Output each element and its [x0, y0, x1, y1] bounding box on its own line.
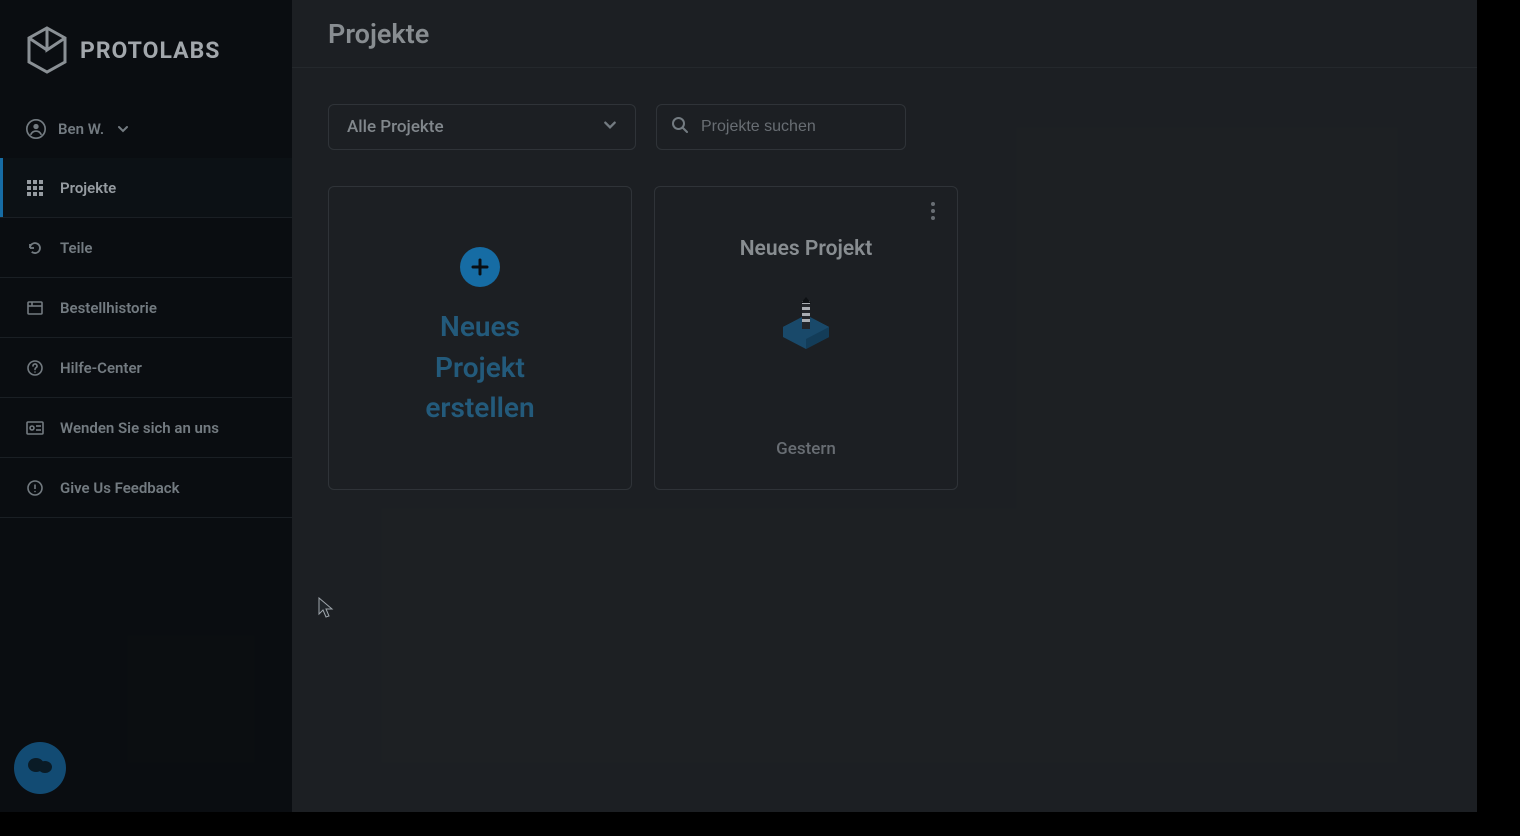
create-project-label: Neues Projekt erstellen: [405, 307, 555, 429]
sidebar-nav: Projekte Teile Bestellhistorie Hilfe-Cen…: [0, 158, 292, 518]
project-filter-dropdown[interactable]: Alle Projekte: [328, 104, 636, 150]
chevron-down-icon: [603, 117, 617, 137]
project-thumbnail: [776, 297, 836, 357]
dropdown-selected-label: Alle Projekte: [347, 117, 444, 137]
toolbar: Alle Projekte: [292, 68, 1477, 150]
plus-circle-icon: [460, 247, 500, 287]
create-project-card[interactable]: Neues Projekt erstellen: [328, 186, 632, 490]
project-timestamp: Gestern: [776, 439, 836, 459]
contact-icon: [26, 419, 44, 437]
page-header: Projekte: [292, 0, 1477, 68]
chat-icon: [27, 755, 53, 781]
page-title: Projekte: [328, 18, 429, 50]
chat-button[interactable]: [14, 742, 66, 794]
kebab-icon: [931, 202, 935, 224]
sidebar-item-label: Hilfe-Center: [60, 359, 142, 377]
sidebar-item-projekte[interactable]: Projekte: [0, 158, 292, 218]
search-icon: [671, 116, 689, 138]
sidebar-item-bestellhistorie[interactable]: Bestellhistorie: [0, 278, 292, 338]
brand-logo[interactable]: PROTOLABS: [0, 0, 292, 100]
main-content: Projekte Alle Projekte Neues P: [292, 0, 1477, 812]
undo-icon: [26, 239, 44, 257]
help-icon: [26, 359, 44, 377]
search-field[interactable]: [656, 104, 906, 150]
sidebar: PROTOLABS Ben W. Projekte: [0, 0, 292, 812]
user-display-name: Ben W.: [58, 120, 104, 138]
brand-name: PROTOLABS: [80, 37, 220, 64]
sidebar-item-label: Projekte: [60, 179, 116, 197]
history-icon: [26, 299, 44, 317]
project-cards: Neues Projekt erstellen Neues Projekt: [292, 150, 1477, 490]
grid-icon: [26, 179, 44, 197]
user-menu[interactable]: Ben W.: [0, 100, 292, 158]
sidebar-item-label: Give Us Feedback: [60, 479, 180, 497]
sidebar-item-label: Bestellhistorie: [60, 299, 157, 317]
sidebar-item-teile[interactable]: Teile: [0, 218, 292, 278]
protolabs-logo-icon: [26, 26, 68, 74]
app-root: PROTOLABS Ben W. Projekte: [0, 0, 1477, 812]
sidebar-item-label: Teile: [60, 239, 92, 257]
project-card-menu[interactable]: [923, 201, 943, 225]
sidebar-item-hilfe-center[interactable]: Hilfe-Center: [0, 338, 292, 398]
sidebar-item-label: Wenden Sie sich an uns: [60, 419, 219, 437]
project-card[interactable]: Neues Projekt Gestern: [654, 186, 958, 490]
project-name: Neues Projekt: [740, 237, 873, 261]
feedback-icon: [26, 479, 44, 497]
sidebar-item-contact[interactable]: Wenden Sie sich an uns: [0, 398, 292, 458]
chevron-down-icon: [116, 122, 130, 136]
user-avatar-icon: [26, 119, 46, 139]
search-input[interactable]: [699, 117, 910, 137]
sidebar-item-feedback[interactable]: Give Us Feedback: [0, 458, 292, 518]
